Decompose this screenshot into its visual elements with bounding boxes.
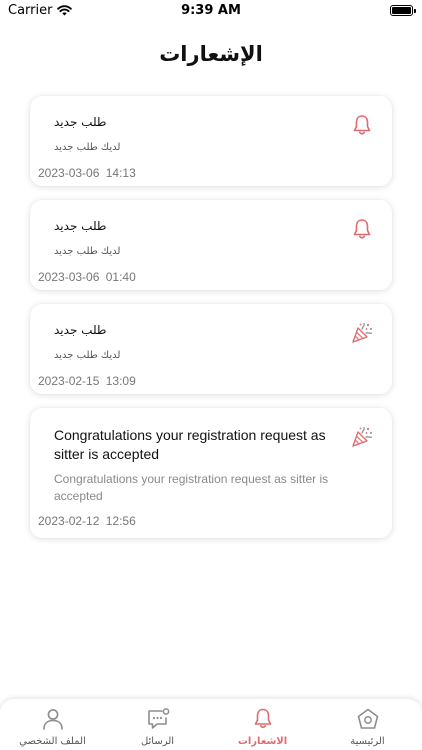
notification-card[interactable]: Congratulations your registration reques… xyxy=(30,408,392,538)
notification-card[interactable]: طلب جديد لديك طلب جديد 2023-03-06 01:40 xyxy=(30,200,392,290)
party-popper-icon xyxy=(352,322,373,343)
notification-card[interactable]: طلب جديد لديك طلب جديد 2023-02-15 13:09 xyxy=(30,304,392,394)
bottom-tab-bar: الملف الشخصي الرسائل الاشعارات الرئيسية xyxy=(0,699,422,750)
notification-datetime: 2023-03-06 14:13 xyxy=(38,166,136,180)
notification-title: طلب جديد xyxy=(54,115,107,129)
notification-time: 14:13 xyxy=(105,166,136,180)
bell-icon xyxy=(353,219,371,239)
tab-home[interactable]: الرئيسية xyxy=(315,699,420,750)
notification-title: طلب جديد xyxy=(54,219,107,233)
bell-icon xyxy=(254,708,272,729)
notification-body: Congratulations your registration reques… xyxy=(54,472,329,503)
bell-icon xyxy=(353,115,371,135)
notification-time: 13:09 xyxy=(105,374,136,388)
home-icon xyxy=(357,708,379,729)
notification-date: 2023-03-06 xyxy=(38,270,100,284)
notification-body: لديك طلب جديد xyxy=(54,246,121,257)
notification-date: 2023-03-06 xyxy=(38,166,100,180)
notification-card[interactable]: طلب جديد لديك طلب جديد 2023-03-06 14:13 xyxy=(30,96,392,186)
tab-messages[interactable]: الرسائل xyxy=(105,699,210,750)
page-title: الإشعارات xyxy=(159,42,263,66)
tab-label: الرئيسية xyxy=(350,736,385,747)
chat-icon xyxy=(148,708,170,729)
notification-date: 2023-02-12 xyxy=(38,514,100,528)
notification-title: Congratulations your registration reques… xyxy=(54,427,326,462)
notification-datetime: 2023-03-06 01:40 xyxy=(38,270,136,284)
battery-icon xyxy=(390,5,416,16)
notification-datetime: 2023-02-15 13:09 xyxy=(38,374,136,388)
notification-title: طلب جديد xyxy=(54,323,107,337)
notification-body: لديك طلب جديد xyxy=(54,350,121,361)
party-popper-icon xyxy=(352,426,373,447)
tab-profile[interactable]: الملف الشخصي xyxy=(0,699,105,750)
notification-time: 12:56 xyxy=(105,514,136,528)
tab-label: الاشعارات xyxy=(237,736,288,747)
user-icon xyxy=(43,709,63,730)
tab-label: الملف الشخصي xyxy=(19,736,86,747)
notification-date: 2023-02-15 xyxy=(38,374,100,388)
notification-time: 01:40 xyxy=(105,270,136,284)
notification-body: لديك طلب جديد xyxy=(54,142,121,153)
status-bar: Carrier 9:39 AM xyxy=(0,0,422,24)
notification-datetime: 2023-02-12 12:56 xyxy=(38,514,136,528)
tab-label: الرسائل xyxy=(140,736,175,747)
status-time: 9:39 AM xyxy=(181,3,241,18)
tab-notifications[interactable]: الاشعارات xyxy=(210,699,315,750)
